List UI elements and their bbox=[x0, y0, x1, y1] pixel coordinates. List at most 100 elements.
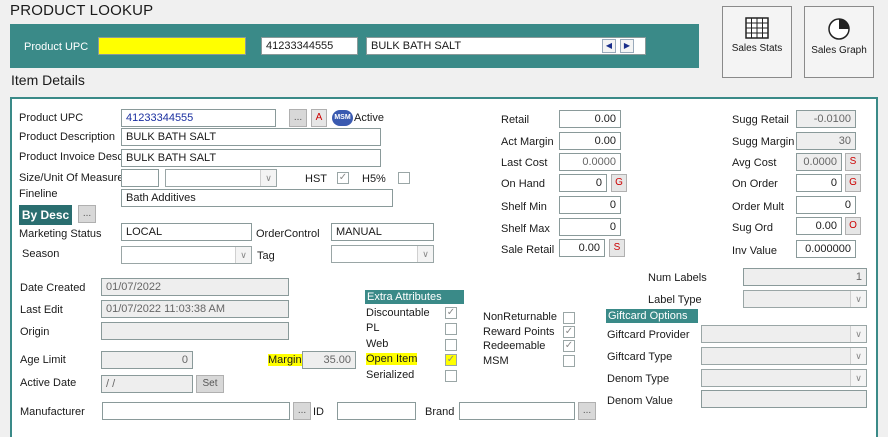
non-returnable-checkbox[interactable] bbox=[563, 312, 575, 324]
fineline-label: Fineline bbox=[19, 188, 58, 200]
origin-label: Origin bbox=[20, 326, 50, 338]
tag-label: Tag bbox=[257, 250, 275, 262]
grid-icon bbox=[745, 17, 769, 39]
num-labels-field[interactable]: 1 bbox=[743, 268, 867, 286]
web-checkbox[interactable] bbox=[445, 339, 457, 351]
discountable-checkbox[interactable]: ✓ bbox=[445, 307, 457, 319]
avg-cost-s-button[interactable]: S bbox=[845, 153, 861, 171]
msm-icon[interactable]: MSM bbox=[332, 110, 353, 126]
tag-select[interactable]: ∨ bbox=[331, 245, 434, 263]
denom-value-field[interactable] bbox=[701, 390, 867, 408]
sales-graph-button[interactable]: Sales Graph bbox=[804, 6, 874, 78]
on-hand-field[interactable]: 0 bbox=[559, 174, 607, 192]
msm-flag-label: MSM bbox=[483, 355, 509, 367]
marketing-status-field[interactable]: LOCAL bbox=[121, 223, 252, 241]
chevron-down-icon: ∨ bbox=[850, 326, 866, 342]
margin-field[interactable]: 35.00 bbox=[302, 351, 356, 369]
product-upc-field[interactable]: 41233344555 bbox=[121, 109, 276, 127]
order-mult-label: Order Mult bbox=[732, 201, 784, 213]
chevron-down-icon: ∨ bbox=[235, 247, 251, 263]
last-cost-field[interactable]: 0.0000 bbox=[559, 153, 621, 171]
origin-field[interactable] bbox=[101, 322, 289, 340]
brand-lookup-button[interactable]: ... bbox=[578, 402, 596, 420]
product-description-field[interactable]: BULK BATH SALT bbox=[121, 128, 381, 146]
pie-chart-icon bbox=[828, 18, 850, 40]
fineline-lookup-button[interactable]: ... bbox=[78, 205, 96, 223]
brand-label: Brand bbox=[425, 406, 455, 418]
product-description-label: Product Description bbox=[19, 131, 115, 143]
on-order-field[interactable]: 0 bbox=[796, 174, 842, 192]
msm-flag-checkbox[interactable] bbox=[563, 355, 575, 367]
sug-ord-o-button[interactable]: O bbox=[845, 217, 861, 235]
manufacturer-lookup-button[interactable]: ... bbox=[293, 402, 311, 420]
fineline-field[interactable]: Bath Additives bbox=[121, 189, 393, 207]
active-date-field[interactable]: / / bbox=[101, 375, 193, 393]
season-label: Season bbox=[22, 248, 60, 260]
inv-value-field[interactable]: 0.000000 bbox=[796, 240, 856, 258]
sale-retail-s-button[interactable]: S bbox=[609, 239, 625, 257]
marketing-status-label: Marketing Status bbox=[19, 228, 102, 240]
product-invoice-desc-field[interactable]: BULK BATH SALT bbox=[121, 149, 381, 167]
on-hand-g-button[interactable]: G bbox=[611, 174, 627, 192]
id-field[interactable] bbox=[337, 402, 416, 420]
giftcard-type-select[interactable]: ∨ bbox=[701, 347, 867, 365]
active-date-label: Active Date bbox=[20, 377, 77, 389]
last-cost-label: Last Cost bbox=[501, 157, 548, 169]
chevron-down-icon: ∨ bbox=[850, 291, 866, 307]
sugg-retail-label: Sugg Retail bbox=[732, 114, 789, 126]
margin-label: Margin bbox=[268, 354, 302, 366]
order-control-label: OrderControl bbox=[256, 228, 320, 240]
product-invoice-desc-label: Product Invoice Desc bbox=[19, 151, 123, 163]
on-order-g-button[interactable]: G bbox=[845, 174, 861, 192]
lookup-upc-value[interactable]: 41233344555 bbox=[261, 37, 358, 55]
reward-points-checkbox[interactable]: ✓ bbox=[563, 326, 575, 338]
order-mult-field[interactable]: 0 bbox=[796, 196, 856, 214]
a-button[interactable]: A bbox=[311, 109, 327, 127]
hst-label: HST bbox=[305, 173, 327, 185]
denom-type-select[interactable]: ∨ bbox=[701, 369, 867, 387]
chevron-down-icon: ∨ bbox=[417, 246, 433, 262]
giftcard-provider-select[interactable]: ∨ bbox=[701, 325, 867, 343]
open-item-checkbox[interactable]: ✓ bbox=[445, 354, 457, 366]
order-control-field[interactable]: MANUAL bbox=[331, 223, 434, 241]
reward-points-label: Reward Points bbox=[483, 326, 555, 338]
on-hand-label: On Hand bbox=[501, 178, 546, 190]
serialized-label: Serialized bbox=[366, 369, 415, 381]
shelf-min-field[interactable]: 0 bbox=[559, 196, 621, 214]
pl-label: PL bbox=[366, 322, 380, 334]
set-date-button[interactable]: Set bbox=[196, 375, 224, 393]
age-limit-label: Age Limit bbox=[20, 354, 66, 366]
redeemable-checkbox[interactable]: ✓ bbox=[563, 340, 575, 352]
giftcard-type-label: Giftcard Type bbox=[607, 351, 673, 363]
unit-of-measure-select[interactable]: ∨ bbox=[165, 169, 277, 187]
next-record-button[interactable]: ▶ bbox=[620, 39, 634, 53]
retail-field[interactable]: 0.00 bbox=[559, 110, 621, 128]
previous-record-button[interactable]: ◀ bbox=[602, 39, 616, 53]
h5-checkbox[interactable] bbox=[398, 172, 410, 184]
age-limit-field[interactable]: 0 bbox=[101, 351, 193, 369]
hst-checkbox[interactable]: ✓ bbox=[337, 172, 349, 184]
pl-checkbox[interactable] bbox=[445, 323, 457, 335]
season-select[interactable]: ∨ bbox=[121, 246, 252, 264]
id-label: ID bbox=[313, 406, 324, 418]
label-type-select[interactable]: ∨ bbox=[743, 290, 867, 308]
sale-retail-field[interactable]: 0.00 bbox=[559, 239, 605, 257]
lookup-bar: Product UPC 41233344555 BULK BATH SALT ◀… bbox=[10, 24, 699, 68]
act-margin-label: Act Margin bbox=[501, 136, 554, 148]
date-created-label: Date Created bbox=[20, 282, 86, 294]
act-margin-field[interactable]: 0.00 bbox=[559, 132, 621, 150]
sugg-margin-label: Sugg Margin bbox=[732, 136, 795, 148]
size-field[interactable] bbox=[121, 169, 159, 187]
manufacturer-field[interactable] bbox=[102, 402, 290, 420]
sug-ord-field[interactable]: 0.00 bbox=[796, 217, 842, 235]
giftcard-options-header: Giftcard Options bbox=[606, 309, 698, 323]
lookup-upc-input[interactable] bbox=[98, 37, 246, 55]
by-desc-button[interactable]: By Desc bbox=[19, 205, 72, 225]
sales-stats-button[interactable]: Sales Stats bbox=[722, 6, 792, 78]
serialized-checkbox[interactable] bbox=[445, 370, 457, 382]
brand-field[interactable] bbox=[459, 402, 575, 420]
chevron-down-icon: ∨ bbox=[850, 348, 866, 364]
non-returnable-label: NonReturnable bbox=[483, 311, 557, 323]
shelf-max-field[interactable]: 0 bbox=[559, 218, 621, 236]
upc-lookup-button[interactable]: ... bbox=[289, 109, 307, 127]
